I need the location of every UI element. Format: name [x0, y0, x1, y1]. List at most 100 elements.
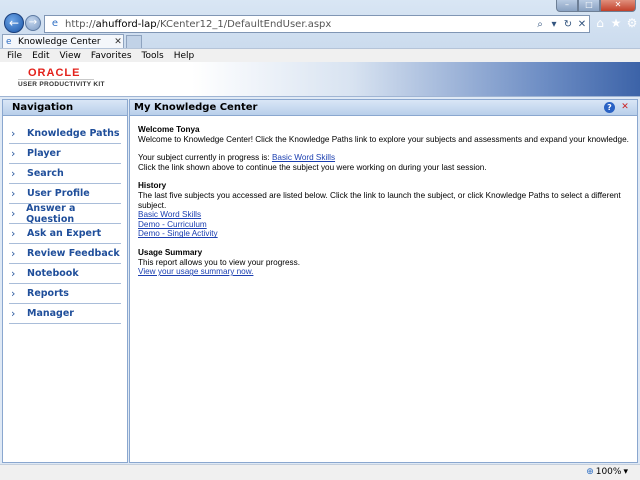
- browser-toolbar: ⌂ ★ ⚙: [594, 15, 638, 31]
- in-progress-subject-link[interactable]: Basic Word Skills: [272, 153, 335, 162]
- nav-item-label: Knowledge Paths: [27, 128, 120, 139]
- nav-item-label: User Profile: [27, 188, 90, 199]
- nav-item-label: Notebook: [27, 268, 79, 279]
- tab-row: e Knowledge Center ✕: [0, 34, 640, 48]
- nav-item-ask-an-expert[interactable]: › Ask an Expert: [9, 224, 121, 244]
- in-progress-section: Your subject currently in progress is: B…: [138, 153, 629, 172]
- history-link[interactable]: Demo - Curriculum: [138, 220, 207, 229]
- back-button[interactable]: ←: [4, 13, 24, 33]
- welcome-section: Welcome Tonya Welcome to Knowledge Cente…: [138, 125, 629, 144]
- usage-summary-link[interactable]: View your usage summary now.: [138, 267, 253, 276]
- chevron-right-icon: ›: [11, 227, 16, 240]
- menu-file[interactable]: File: [2, 51, 27, 61]
- zoom-magnifier-icon: ⊕: [586, 467, 594, 477]
- chevron-right-icon: ›: [11, 147, 16, 160]
- browser-chrome: – □ ✕ ← → e http://ahufford-lap/KCenter1…: [0, 0, 640, 62]
- nav-item-notebook[interactable]: › Notebook: [9, 264, 121, 284]
- app-header: ORACLE USER PRODUCTIVITY KIT: [0, 62, 640, 97]
- menu-tools[interactable]: Tools: [137, 51, 169, 61]
- chevron-right-icon: ›: [11, 167, 16, 180]
- navigation-panel: Navigation › Knowledge Paths › Player › Sea…: [2, 99, 128, 463]
- chevron-right-icon: ›: [11, 307, 16, 320]
- menu-view[interactable]: View: [55, 51, 86, 61]
- logo-divider: [18, 79, 94, 80]
- history-link[interactable]: Demo - Single Activity: [138, 229, 218, 238]
- maximize-button[interactable]: □: [578, 0, 600, 12]
- url-prefix: http://: [65, 18, 96, 30]
- refresh-icon[interactable]: ↻: [561, 19, 575, 30]
- home-icon[interactable]: ⌂: [594, 15, 606, 31]
- nav-item-knowledge-paths[interactable]: › Knowledge Paths: [9, 124, 121, 144]
- address-bar[interactable]: e http://ahufford-lap/KCenter12_1/Defaul…: [44, 15, 590, 33]
- forward-arrow-icon: →: [28, 17, 38, 28]
- address-url[interactable]: http://ahufford-lap/KCenter12_1/DefaultE…: [65, 19, 533, 30]
- tab-title: Knowledge Center: [18, 36, 101, 47]
- menu-edit[interactable]: Edit: [27, 51, 54, 61]
- help-icon[interactable]: ?: [604, 102, 615, 113]
- stop-icon[interactable]: ✕: [575, 19, 589, 30]
- url-host: ahufford-lap: [95, 18, 157, 30]
- nav-item-manager[interactable]: › Manager: [9, 304, 121, 324]
- tab-knowledge-center[interactable]: e Knowledge Center ✕: [2, 34, 124, 48]
- window-controls: – □ ✕: [556, 0, 636, 12]
- status-bar: ⊕ 100% ▾: [0, 464, 640, 480]
- usage-text: This report allows you to view your prog…: [138, 257, 300, 267]
- navigation-title: Navigation: [3, 100, 127, 116]
- history-section: History The last five subjects you acces…: [138, 181, 629, 239]
- welcome-text: Welcome to Knowledge Center! Click the K…: [138, 134, 629, 144]
- chevron-right-icon: ›: [11, 247, 16, 260]
- nav-item-user-profile[interactable]: › User Profile: [9, 184, 121, 204]
- forward-button[interactable]: →: [25, 15, 41, 31]
- menu-bar: File Edit View Favorites Tools Help: [0, 48, 640, 62]
- main-panel: My Knowledge Center ? ✕ Welcome Tonya We…: [129, 99, 638, 463]
- nav-item-label: Player: [27, 148, 61, 159]
- nav-item-player[interactable]: › Player: [9, 144, 121, 164]
- nav-item-label: Review Feedback: [27, 248, 120, 259]
- menu-favorites[interactable]: Favorites: [86, 51, 137, 61]
- welcome-title: Welcome Tonya: [138, 125, 200, 134]
- usage-section: Usage Summary This report allows you to …: [138, 248, 629, 277]
- search-icon[interactable]: ⌕: [533, 19, 547, 30]
- history-text: The last five subjects you accessed are …: [138, 190, 621, 210]
- tab-close-icon[interactable]: ✕: [113, 37, 123, 47]
- zoom-level: 100%: [595, 467, 622, 477]
- exit-icon[interactable]: ✕: [619, 102, 631, 113]
- back-arrow-icon: ←: [8, 16, 20, 30]
- tab-favicon-icon: e: [6, 36, 12, 47]
- navigation-list: › Knowledge Paths › Player › Search › User P…: [3, 116, 127, 324]
- nav-item-answer-a-question[interactable]: › Answer a Question: [9, 202, 121, 225]
- history-title: History: [138, 181, 167, 191]
- favorites-star-icon[interactable]: ★: [610, 15, 622, 31]
- minimize-button[interactable]: –: [556, 0, 578, 12]
- nav-item-reports[interactable]: › Reports: [9, 284, 121, 304]
- main-content: Welcome Tonya Welcome to Knowledge Cente…: [130, 116, 637, 277]
- chevron-right-icon: ›: [11, 187, 16, 200]
- nav-item-label: Manager: [27, 308, 74, 319]
- nav-item-label: Ask an Expert: [27, 228, 102, 239]
- chevron-right-icon: ›: [11, 287, 16, 300]
- oracle-logo: ORACLE: [28, 67, 81, 79]
- zoom-dropdown-icon: ▾: [623, 467, 628, 477]
- in-progress-note: Click the link shown above to continue t…: [138, 162, 487, 172]
- page-favicon-icon: e: [51, 18, 59, 29]
- nav-item-search[interactable]: › Search: [9, 164, 121, 184]
- zoom-control[interactable]: ⊕ 100% ▾: [586, 467, 628, 477]
- nav-item-review-feedback[interactable]: › Review Feedback: [9, 244, 121, 264]
- address-dropdown-icon[interactable]: ▾: [547, 19, 561, 30]
- close-window-button[interactable]: ✕: [600, 0, 636, 12]
- in-progress-label: Your subject currently in progress is:: [138, 153, 272, 163]
- usage-title: Usage Summary: [138, 247, 203, 257]
- chevron-right-icon: ›: [11, 127, 16, 140]
- main-header: My Knowledge Center ? ✕: [130, 100, 637, 116]
- page-title: My Knowledge Center: [134, 102, 258, 113]
- product-name: USER PRODUCTIVITY KIT: [18, 81, 105, 88]
- nav-item-label: Reports: [27, 288, 69, 299]
- chevron-right-icon: ›: [11, 207, 16, 220]
- history-link[interactable]: Basic Word Skills: [138, 210, 201, 219]
- url-path: /KCenter12_1/DefaultEndUser.aspx: [156, 18, 332, 30]
- new-tab-button[interactable]: [126, 35, 142, 48]
- menu-help[interactable]: Help: [169, 51, 200, 61]
- tools-gear-icon[interactable]: ⚙: [626, 15, 638, 31]
- chevron-right-icon: ›: [11, 267, 16, 280]
- nav-item-label: Answer a Question: [26, 202, 76, 225]
